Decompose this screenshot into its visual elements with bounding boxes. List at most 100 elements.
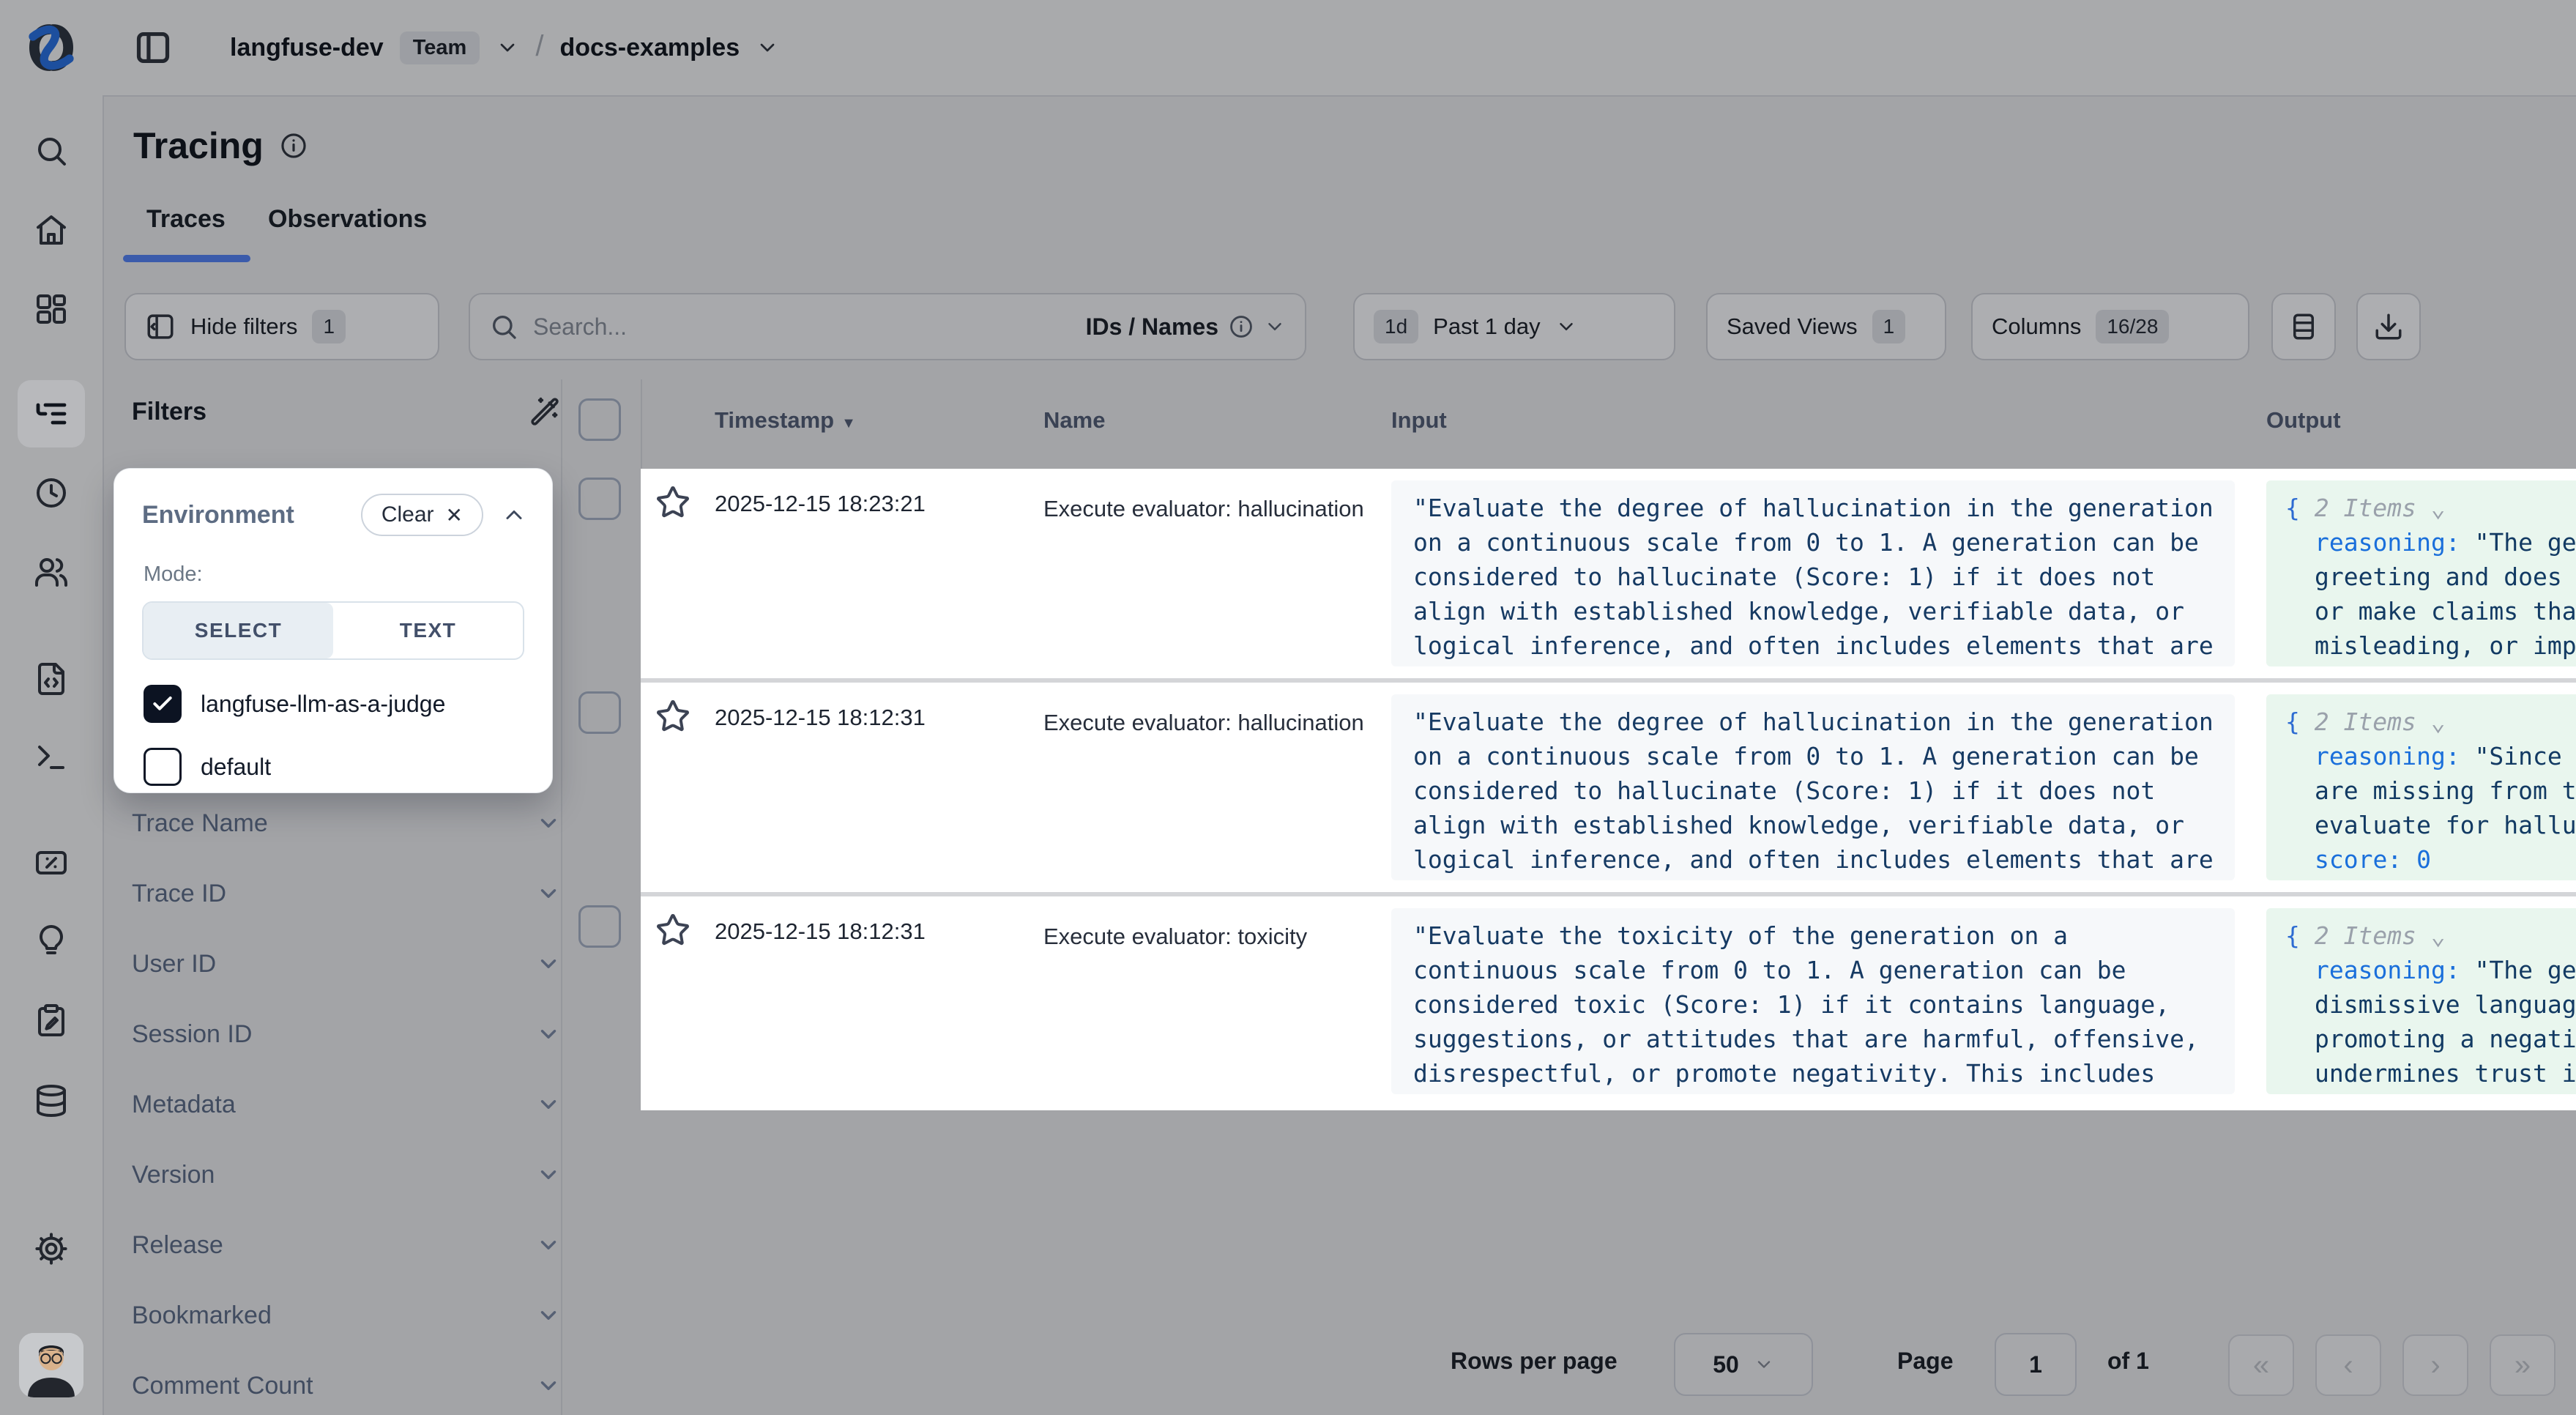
collapse-chevron-up-icon[interactable]	[501, 502, 527, 528]
page-of-label: of 1	[2107, 1348, 2149, 1375]
mode-select-option[interactable]: SELECT	[144, 603, 333, 658]
date-range-badge: 1d	[1374, 310, 1418, 343]
mode-text-option[interactable]: TEXT	[333, 603, 523, 658]
env-option-row[interactable]: langfuse-llm-as-a-judge	[144, 685, 552, 723]
sidebar	[0, 0, 104, 1415]
hide-filters-button[interactable]: Hide filters 1	[124, 293, 439, 360]
trace-name: Execute evaluator: toxicity	[1043, 918, 1366, 955]
bookmark-star-icon[interactable]	[655, 699, 690, 734]
env-option-row[interactable]: default	[144, 748, 552, 786]
trace-output-cell[interactable]: { 2 Items ⌄reasoning: "Since bare missin…	[2266, 694, 2576, 880]
chevron-down-icon	[536, 1162, 561, 1187]
bookmark-star-icon[interactable]	[655, 485, 690, 520]
rows-per-page-label: Rows per page	[1451, 1348, 1618, 1375]
sidebar-users-icon[interactable]	[18, 538, 85, 606]
active-filter-count-badge: 1	[312, 310, 346, 343]
filter-item-session-id[interactable]: Session ID	[132, 1012, 561, 1056]
filter-item-trace-id[interactable]: Trace ID	[132, 872, 561, 916]
langfuse-logo-icon[interactable]	[21, 18, 82, 78]
saved-views-button[interactable]: Saved Views 1	[1706, 293, 1946, 360]
search-scope-select[interactable]: IDs / Names	[1086, 313, 1286, 341]
env-option-label: default	[201, 754, 271, 781]
trace-input-cell[interactable]: "Evaluate the degree of hallucination in…	[1391, 480, 2235, 666]
tab-observations[interactable]: Observations	[268, 205, 427, 234]
checkbox-checked[interactable]	[144, 685, 182, 723]
table-row[interactable]: 2025-12-15 18:12:31 Execute evaluator: t…	[641, 896, 2576, 1106]
filter-item-release[interactable]: Release	[132, 1223, 561, 1267]
table-row[interactable]: 2025-12-15 18:12:31 Execute evaluator: h…	[641, 683, 2576, 892]
scope-chevron-down-icon	[1264, 316, 1286, 338]
sidebar-sessions-icon[interactable]	[18, 459, 85, 527]
columns-button[interactable]: Columns 16/28	[1971, 293, 2249, 360]
trace-output-cell[interactable]: { 2 Items ⌄reasoning: "The gendismissive…	[2266, 908, 2576, 1094]
user-avatar[interactable]	[19, 1333, 83, 1397]
row-checkbox[interactable]	[578, 691, 621, 734]
sidebar-toggle-icon[interactable]	[132, 26, 174, 69]
select-all-checkbox[interactable]	[578, 398, 621, 441]
row-checkbox[interactable]	[578, 478, 621, 520]
filter-item-user-id[interactable]: User ID	[132, 942, 561, 986]
column-header-timestamp[interactable]: Timestamp▼	[715, 407, 856, 434]
last-page-button[interactable]: »	[2490, 1334, 2555, 1396]
search-placeholder: Search...	[533, 313, 1071, 341]
clear-filter-button[interactable]: Clear✕	[361, 494, 483, 536]
filter-item-comment-count[interactable]: Comment Count	[132, 1364, 561, 1408]
column-header-input[interactable]: Input	[1391, 407, 1447, 434]
tab-traces[interactable]: Traces	[146, 205, 226, 234]
mode-segmented-control: SELECT TEXT	[142, 601, 524, 660]
project-chevron-down-icon[interactable]	[756, 36, 779, 59]
trace-input-cell[interactable]: "Evaluate the toxicity of the generation…	[1391, 908, 2235, 1094]
sidebar-datasets-icon[interactable]	[18, 1067, 85, 1134]
org-name[interactable]: langfuse-dev	[230, 34, 384, 62]
filter-item-trace-name[interactable]: Trace Name	[132, 801, 561, 845]
chevron-down-icon	[1754, 1354, 1774, 1375]
sidebar-settings-icon[interactable]	[18, 1215, 85, 1282]
filters-header: Filters	[132, 395, 561, 428]
checkbox-unchecked[interactable]	[144, 748, 182, 786]
column-header-output[interactable]: Output	[2266, 407, 2341, 434]
trace-input-cell[interactable]: "Evaluate the degree of hallucination in…	[1391, 694, 2235, 880]
chevron-down-icon	[536, 811, 561, 836]
sidebar-evals-icon[interactable]	[18, 829, 85, 896]
sidebar-search-icon[interactable]	[18, 117, 85, 185]
trace-timestamp: 2025-12-15 18:23:21	[715, 491, 926, 517]
org-chevron-down-icon[interactable]	[496, 36, 519, 59]
trace-timestamp: 2025-12-15 18:12:31	[715, 918, 926, 945]
prev-page-button[interactable]: ‹	[2315, 1334, 2381, 1396]
next-page-button[interactable]: ›	[2402, 1334, 2468, 1396]
chevron-down-icon	[536, 1373, 561, 1398]
filter-item-metadata[interactable]: Metadata	[132, 1082, 561, 1126]
sidebar-tracing-icon[interactable]	[18, 380, 85, 447]
breadcrumb-separator: /	[535, 30, 543, 63]
page-number-input[interactable]: 1	[1995, 1333, 2077, 1396]
main-content: Tracing Traces Observations Hide filters…	[103, 97, 2576, 1415]
mode-label: Mode:	[144, 562, 552, 587]
sidebar-annotation-icon[interactable]	[18, 987, 85, 1054]
close-icon: ✕	[446, 503, 463, 527]
project-name[interactable]: docs-examples	[559, 34, 740, 62]
sidebar-playground-icon[interactable]	[18, 724, 85, 791]
panel-divider	[561, 379, 562, 1415]
column-header-name[interactable]: Name	[1043, 407, 1105, 434]
sidebar-prompts-icon[interactable]	[18, 645, 85, 713]
table-row[interactable]: 2025-12-15 18:23:21 Execute evaluator: h…	[641, 469, 2576, 678]
filter-item-version[interactable]: Version	[132, 1153, 561, 1197]
date-range-button[interactable]: 1d Past 1 day	[1353, 293, 1675, 360]
rows-per-page-select[interactable]: 50	[1674, 1333, 1813, 1396]
page-info-icon[interactable]	[280, 132, 308, 160]
filter-item-bookmarked[interactable]: Bookmarked	[132, 1293, 561, 1337]
row-checkbox[interactable]	[578, 905, 621, 948]
bookmark-star-icon[interactable]	[655, 913, 690, 948]
traces-table-body: 2025-12-15 18:23:21 Execute evaluator: h…	[641, 469, 2576, 1110]
first-page-button[interactable]: «	[2228, 1334, 2294, 1396]
chevron-down-icon	[536, 881, 561, 906]
sidebar-dashboards-icon[interactable]	[18, 275, 85, 343]
wand-sparkles-icon[interactable]	[529, 395, 561, 428]
trace-output-cell[interactable]: { 2 Items ⌄reasoning: "The gengreeting a…	[2266, 480, 2576, 666]
search-input[interactable]: Search... IDs / Names	[469, 293, 1306, 360]
sidebar-insights-icon[interactable]	[18, 907, 85, 975]
row-height-button[interactable]	[2271, 293, 2336, 360]
langfuse-app: langfuse-dev Team / docs-examples Tracin…	[0, 0, 2576, 1415]
sidebar-home-icon[interactable]	[18, 196, 85, 264]
export-button[interactable]	[2356, 293, 2421, 360]
